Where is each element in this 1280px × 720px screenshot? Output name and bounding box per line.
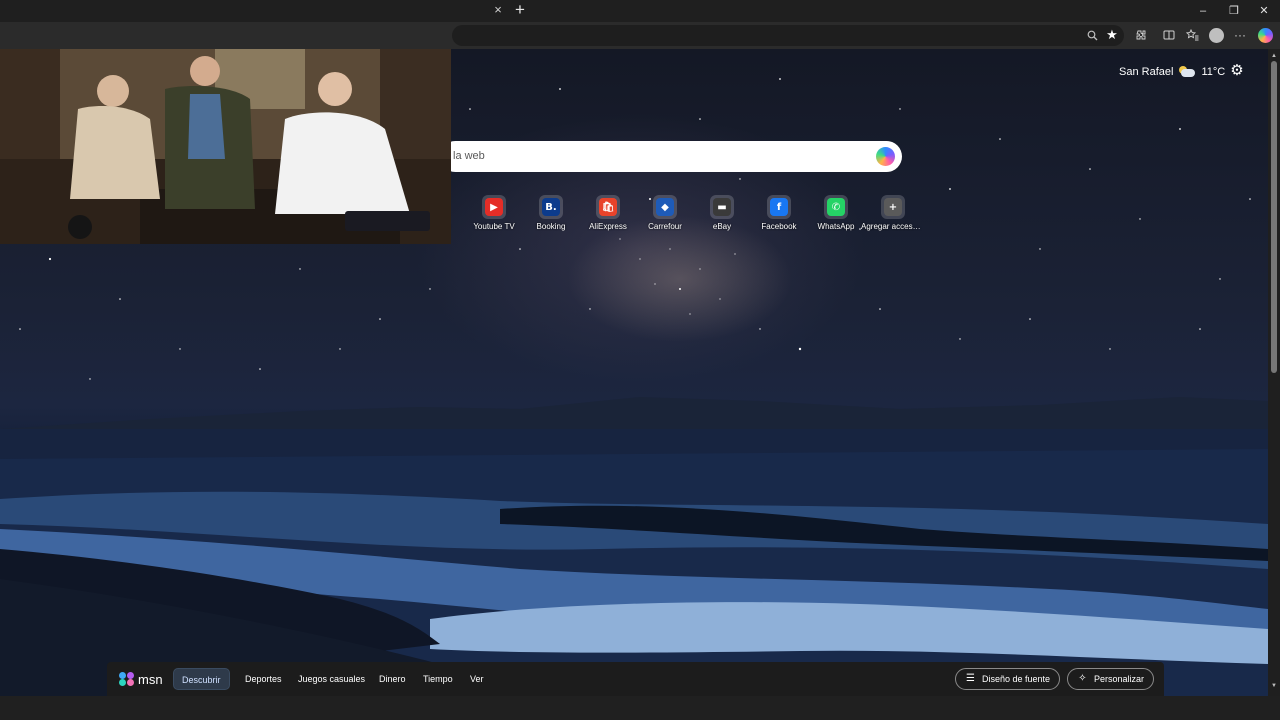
- profile-icon[interactable]: [1206, 25, 1226, 45]
- scroll-thumb[interactable]: [1271, 61, 1277, 373]
- quick-link-whatsapp[interactable]: ✆ WhatsApp: [808, 194, 864, 234]
- font-design-button[interactable]: ☰ Diseño de fuente: [955, 668, 1061, 690]
- search-box[interactable]: la web: [440, 141, 902, 172]
- webcam-overlay: [0, 49, 451, 244]
- scroll-up-icon[interactable]: ▲: [1271, 53, 1277, 59]
- ebay-icon: ▬: [710, 195, 734, 219]
- quick-link-label: Facebook: [761, 222, 797, 231]
- quick-link-booking[interactable]: B. Booking: [523, 194, 579, 234]
- new-tab-button[interactable]: +: [511, 1, 529, 19]
- search-input[interactable]: la web: [453, 141, 485, 172]
- quick-link-ebay[interactable]: ▬ eBay: [694, 194, 750, 234]
- ocean-waves: [0, 429, 1268, 696]
- minimize-button[interactable]: –: [1187, 0, 1219, 22]
- browser-toolbar: ★ ···: [0, 22, 1280, 49]
- split-screen-icon[interactable]: [1159, 25, 1179, 45]
- add-icon-glyph: +: [884, 198, 902, 216]
- partly-cloudy-icon: [1179, 66, 1196, 78]
- nav-ver[interactable]: Ver: [470, 668, 484, 690]
- weather-widget[interactable]: San Rafael 11°C: [1119, 64, 1225, 80]
- whatsapp-icon: ✆: [824, 195, 848, 219]
- quick-link-label: Youtube TV: [473, 222, 515, 231]
- customize-button[interactable]: ✧ Personalizar: [1067, 668, 1155, 690]
- close-tab-icon[interactable]: ×: [490, 2, 506, 18]
- new-tab-page: San Rafael 11°C ⚙ la web ▶YoutubeGGoogle…: [0, 49, 1268, 696]
- favorite-star-icon[interactable]: ★: [1102, 25, 1122, 45]
- window-bottom-edge: [0, 696, 1280, 720]
- sliders-icon: ☰: [966, 673, 975, 684]
- youtube-tv-icon-glyph: ▶: [485, 198, 503, 216]
- nav-juegos-casuales[interactable]: Juegos casuales: [298, 668, 365, 690]
- youtube-tv-icon: ▶: [482, 195, 506, 219]
- aliexpress-icon-glyph: 🛍: [599, 198, 617, 216]
- quick-link-aliexpress[interactable]: 🛍 AliExpress: [580, 194, 636, 234]
- quick-link-agregar-acceso-directo[interactable]: + Agregar acceso directo: [861, 194, 925, 234]
- webcam-video: [0, 49, 451, 244]
- add-icon: +: [881, 195, 905, 219]
- msn-feed-bar: msn Descubrir Deportes Juegos casuales D…: [107, 662, 1164, 696]
- page-scrollbar[interactable]: ▲ ▼: [1268, 49, 1280, 696]
- font-design-label: Diseño de fuente: [982, 674, 1051, 684]
- close-window-button[interactable]: ✕: [1248, 0, 1280, 22]
- aliexpress-icon: 🛍: [596, 195, 620, 219]
- carrefour-icon: ◆: [653, 195, 677, 219]
- quick-link-label: AliExpress: [589, 222, 627, 231]
- customize-icon: ✧: [1078, 673, 1087, 684]
- address-bar[interactable]: [452, 25, 1124, 46]
- favorites-icon[interactable]: [1182, 25, 1202, 45]
- quick-link-label: Booking: [536, 222, 566, 231]
- carrefour-icon-glyph: ◆: [656, 198, 674, 216]
- booking-icon-glyph: B.: [542, 198, 560, 216]
- nav-dinero[interactable]: Dinero: [379, 668, 406, 690]
- nav-descubrir[interactable]: Descubrir: [173, 668, 230, 690]
- quick-link-carrefour[interactable]: ◆ Carrefour: [637, 194, 693, 234]
- quick-link-facebook[interactable]: f Facebook: [751, 194, 807, 234]
- ebay-icon-glyph: ▬: [713, 198, 731, 216]
- gear-icon[interactable]: ⚙: [1229, 63, 1245, 79]
- tab-strip: × + – ❐ ✕: [0, 0, 1280, 22]
- scroll-down-icon[interactable]: ▼: [1271, 683, 1277, 689]
- booking-icon: B.: [539, 195, 563, 219]
- whatsapp-icon-glyph: ✆: [827, 198, 845, 216]
- more-icon[interactable]: ···: [1230, 25, 1250, 45]
- zoom-icon[interactable]: [1082, 25, 1102, 45]
- msn-logo[interactable]: msn: [119, 670, 163, 688]
- extensions-icon[interactable]: [1131, 25, 1151, 45]
- restore-button[interactable]: ❐: [1218, 0, 1250, 22]
- msn-butterfly-icon: [119, 671, 135, 687]
- quick-link-label: Carrefour: [648, 222, 682, 231]
- facebook-icon-glyph: f: [770, 198, 788, 216]
- facebook-icon: f: [767, 195, 791, 219]
- browser-window: × + – ❐ ✕ ★ ··· San Rafael 11°C ⚙ la web…: [0, 0, 1280, 720]
- customize-label: Personalizar: [1094, 674, 1145, 684]
- quick-link-label: eBay: [712, 222, 732, 231]
- nav-deportes[interactable]: Deportes: [245, 668, 282, 690]
- weather-location: San Rafael: [1119, 66, 1174, 78]
- copilot-icon[interactable]: [1255, 25, 1275, 45]
- nav-tiempo[interactable]: Tiempo: [423, 668, 453, 690]
- quick-link-label: WhatsApp: [817, 222, 855, 231]
- msn-brand: msn: [138, 671, 163, 687]
- quick-link-label: Agregar acceso directo: [861, 222, 925, 231]
- weather-temperature: 11°C: [1201, 66, 1226, 78]
- copilot-icon[interactable]: [876, 147, 895, 166]
- avatar: [1208, 27, 1224, 43]
- quick-link-youtube-tv[interactable]: ▶ Youtube TV: [466, 194, 522, 234]
